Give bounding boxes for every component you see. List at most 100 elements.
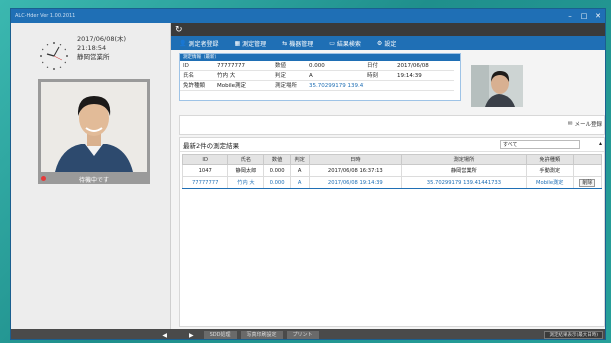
app-window: ALC-Hder Ver 1.00.2011 – □ ✕ 2017/06/08(… — [10, 8, 606, 340]
results-title: 最新2件の測定結果 — [183, 141, 240, 150]
toolbar-item-label: 機器管理 — [289, 40, 314, 48]
top-bar: ↻ — [171, 23, 605, 36]
message-field[interactable]: ✉ メール登録 — [179, 115, 605, 135]
minimize-button[interactable]: – — [563, 9, 577, 23]
toolbar-item-1[interactable]: ▦ 測定管理 — [235, 39, 267, 48]
table-cell: 2017/06/08 19:14:39 — [308, 176, 403, 189]
column-header[interactable]: ID — [181, 154, 229, 165]
info-value: 2017/06/08 — [394, 61, 454, 71]
info-value: 竹内 大 — [214, 71, 272, 81]
info-header: 測定情報（最新） — [180, 54, 460, 61]
camera-photo — [471, 65, 523, 107]
table-cell: 静岡営業所 — [401, 164, 527, 177]
calendar-icon: ▭ — [329, 39, 335, 47]
title-bar: ALC-Hder Ver 1.00.2011 – □ ✕ — [11, 9, 605, 23]
table-cell: A — [289, 176, 310, 189]
scroll-up-icon[interactable]: ▴ — [599, 140, 602, 147]
location-text: 静岡営業所 — [77, 53, 110, 61]
toolbar-item-label: 測定者登録 — [188, 40, 219, 48]
info-label: 数値 — [272, 61, 306, 71]
toolbar-item-2[interactable]: ⇆ 機器管理 — [282, 39, 313, 48]
bottom-button-2[interactable]: プリント — [286, 331, 319, 339]
left-footer: ◀ — [11, 329, 171, 339]
bottom-button-0[interactable]: SDD処理 — [203, 331, 237, 339]
info-value: Mobile測定 — [214, 81, 272, 91]
mail-register-button[interactable]: ✉ メール登録 — [568, 120, 602, 128]
maximize-button[interactable]: □ — [577, 9, 591, 23]
table-row[interactable]: 77777777 竹内 大 0.000 A 2017/06/08 19:14:39 35.… — [181, 176, 603, 189]
grid-icon: ▦ — [234, 39, 241, 47]
table-cell: 35.70299179 139.41441733 — [401, 176, 527, 189]
table-cell: 手動測定 — [525, 164, 574, 177]
bottom-bar: ▶ SDD処理 写真印刷設定 プリント 測定結果表示(最大日時) — [171, 329, 605, 339]
results-filter-select[interactable]: すべて — [500, 140, 580, 149]
toolbar-item-label: 結果検索 — [336, 40, 361, 48]
info-label: 時刻 — [364, 71, 394, 81]
table-cell: A — [289, 164, 310, 177]
table-row[interactable]: 1047 静岡太郎 0.000 A 2017/06/08 16:37:13 静岡営業所 手動… — [181, 164, 603, 177]
refresh-icon[interactable]: ↻ — [175, 25, 183, 35]
table-cell: 2017/06/08 16:37:13 — [308, 164, 403, 177]
person-photo-icon — [41, 82, 147, 172]
column-header[interactable]: 日時 — [308, 154, 403, 165]
info-label — [364, 81, 394, 91]
table-header-row: ID 氏名 数値 判定 日時 測定場所 免許種類 — [181, 154, 603, 165]
bottom-button-1[interactable]: 写真印刷設定 — [240, 331, 283, 339]
table-cell: 77777777 — [181, 176, 229, 189]
info-label: ID — [180, 61, 214, 71]
collapse-arrow-icon[interactable]: ◀ — [162, 332, 167, 339]
gear-icon: ⚙ — [376, 39, 383, 47]
results-header: 最新2件の測定結果 すべて ▴ — [180, 138, 604, 152]
table-cell: 静岡太郎 — [227, 164, 265, 177]
info-label: 氏名 — [180, 71, 214, 81]
camera-person-icon — [471, 65, 523, 107]
user-icon: 👤 — [179, 39, 187, 47]
info-value: 19:14:39 — [394, 71, 454, 81]
row-action-cell: 削除 — [572, 176, 603, 189]
toolbar-item-label: 測定管理 — [242, 40, 267, 48]
close-button[interactable]: ✕ — [591, 9, 605, 23]
results-display-button[interactable]: 測定結果表示(最大日時) — [544, 331, 603, 339]
column-header[interactable]: 免許種類 — [525, 154, 574, 165]
table-cell: 1047 — [181, 164, 229, 177]
window-title: ALC-Hder Ver 1.00.2011 — [15, 13, 76, 19]
toolbar-item-label: 設定 — [384, 40, 397, 48]
status-text: 待機中です — [78, 176, 109, 184]
toolbar-item-0[interactable]: 👤 測定者登録 — [179, 39, 219, 48]
bottom-buttons: SDD処理 写真印刷設定 プリント — [203, 331, 319, 339]
column-header[interactable]: 測定場所 — [401, 154, 527, 165]
column-header-action — [572, 154, 603, 165]
info-label: 判定 — [272, 71, 306, 81]
main-panel: ↻ 👤 測定者登録 ▦ 測定管理 ⇆ 機器管理 ▭ 結果検索 ⚙ 設定 測定情報（最新） ID 77… — [171, 23, 605, 339]
delete-button[interactable]: 削除 — [579, 179, 596, 187]
info-value — [394, 81, 454, 91]
toolbar-item-3[interactable]: ▭ 結果検索 — [329, 39, 361, 48]
results-table: ID 氏名 数値 判定 日時 測定場所 免許種類 1047 静岡太郎 0.000 A 2017/06… — [181, 154, 603, 189]
datetime-block: 2017/06/08(木) 21:18:54 静岡営業所 — [77, 35, 126, 62]
info-label: 免許種類 — [180, 81, 214, 91]
column-header[interactable]: 判定 — [289, 154, 310, 165]
info-label: 日付 — [364, 61, 394, 71]
latest-info-panel: 測定情報（最新） ID 77777777 数値 0.000 日付 2017/06/08 氏名… — [179, 53, 461, 101]
toolbar-item-4[interactable]: ⚙ 設定 — [377, 39, 396, 48]
column-header[interactable]: 氏名 — [227, 154, 265, 165]
device-icon: ⇆ — [282, 39, 288, 47]
status-indicator-icon — [41, 176, 46, 181]
expand-arrow-icon[interactable]: ▶ — [189, 332, 194, 339]
main-toolbar: 👤 測定者登録 ▦ 測定管理 ⇆ 機器管理 ▭ 結果検索 ⚙ 設定 — [171, 36, 605, 50]
date-text: 2017/06/08(木) — [77, 35, 127, 43]
time-text: 21:18:54 — [77, 44, 107, 52]
info-value: 77777777 — [214, 61, 272, 71]
user-photo — [41, 82, 147, 172]
mail-icon: ✉ — [567, 121, 573, 127]
mail-register-label: メール登録 — [574, 122, 602, 128]
info-value: 0.000 — [306, 61, 364, 71]
info-value: 35.70299179 139.41441733 — [306, 81, 364, 91]
user-photo-frame — [38, 79, 150, 175]
info-grid: ID 77777777 数値 0.000 日付 2017/06/08 氏名 竹内 大判定 A 時刻… — [180, 61, 460, 91]
table-cell: 0.000 — [263, 176, 291, 189]
status-bar: 待機中です — [38, 174, 150, 184]
column-header[interactable]: 数値 — [263, 154, 291, 165]
clock-icon — [40, 42, 68, 70]
results-panel: 最新2件の測定結果 すべて ▴ ID 氏名 数値 判定 日時 測定場所 免許種類 1047 静… — [179, 137, 605, 327]
